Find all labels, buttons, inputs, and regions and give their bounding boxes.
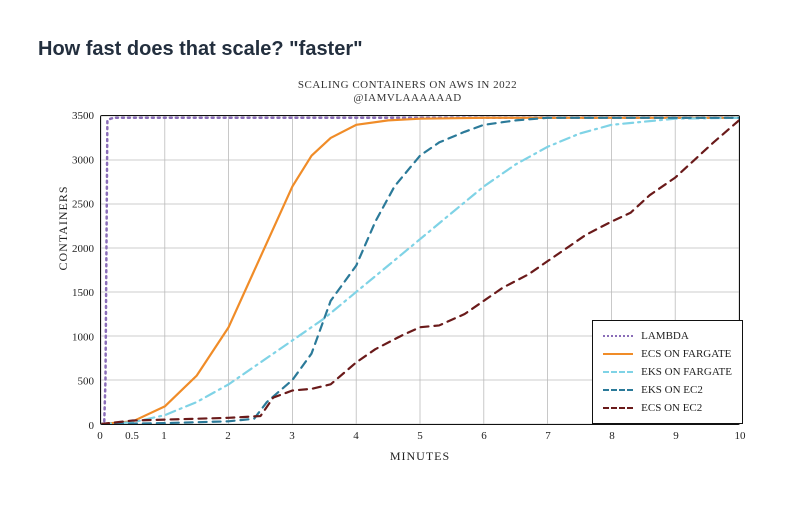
legend-item: EKS ON EC2 [603,381,732,399]
y-tick: 2000 [72,243,95,255]
legend-swatch [603,353,633,355]
legend-label: ECS ON FARGATE [641,348,731,360]
x-tick: 6 [481,430,487,442]
legend-label: EKS ON EC2 [641,384,703,396]
x-tick: 10 [735,430,747,442]
y-tick: 1500 [72,287,95,299]
y-tick: 3000 [72,154,95,166]
legend-label: LAMBDA [641,330,689,342]
legend-swatch [603,335,633,337]
x-tick: 5 [417,430,423,442]
legend-swatch [603,407,633,409]
legend-swatch [603,371,633,373]
y-axis-ticks: 0500100015002000250030003500 [60,115,100,425]
legend-swatch [603,389,633,391]
x-tick: 3 [289,430,295,442]
x-tick: 9 [673,430,679,442]
x-tick: 8 [609,430,615,442]
y-tick: 500 [78,376,95,388]
x-tick: 1 [161,430,167,442]
page-title: How fast does that scale? "faster" [38,38,363,61]
x-tick: 0 [97,430,103,442]
legend-item: LAMBDA [603,327,732,345]
legend-item: EKS ON FARGATE [603,363,732,381]
x-tick: 0.5 [125,430,139,442]
chart-title: SCALING CONTAINERS ON AWS IN 2022 @IAMVL… [60,79,755,105]
x-tick: 2 [225,430,231,442]
y-tick: 1000 [72,331,95,343]
chart: SCALING CONTAINERS ON AWS IN 2022 @IAMVL… [60,85,755,470]
x-tick: 4 [353,430,359,442]
legend: LAMBDA ECS ON FARGATE EKS ON FARGATE EKS ON… [592,320,743,424]
x-axis-ticks: 00.512345678910 [100,425,740,449]
y-tick: 0 [89,420,95,432]
x-axis-label: MINUTES [100,449,740,464]
y-tick: 3500 [72,110,95,122]
y-tick: 2500 [72,199,95,211]
legend-item: ECS ON FARGATE [603,345,732,363]
legend-item: ECS ON EC2 [603,399,732,417]
legend-label: EKS ON FARGATE [641,366,732,378]
legend-label: ECS ON EC2 [641,402,702,414]
x-tick: 7 [545,430,551,442]
